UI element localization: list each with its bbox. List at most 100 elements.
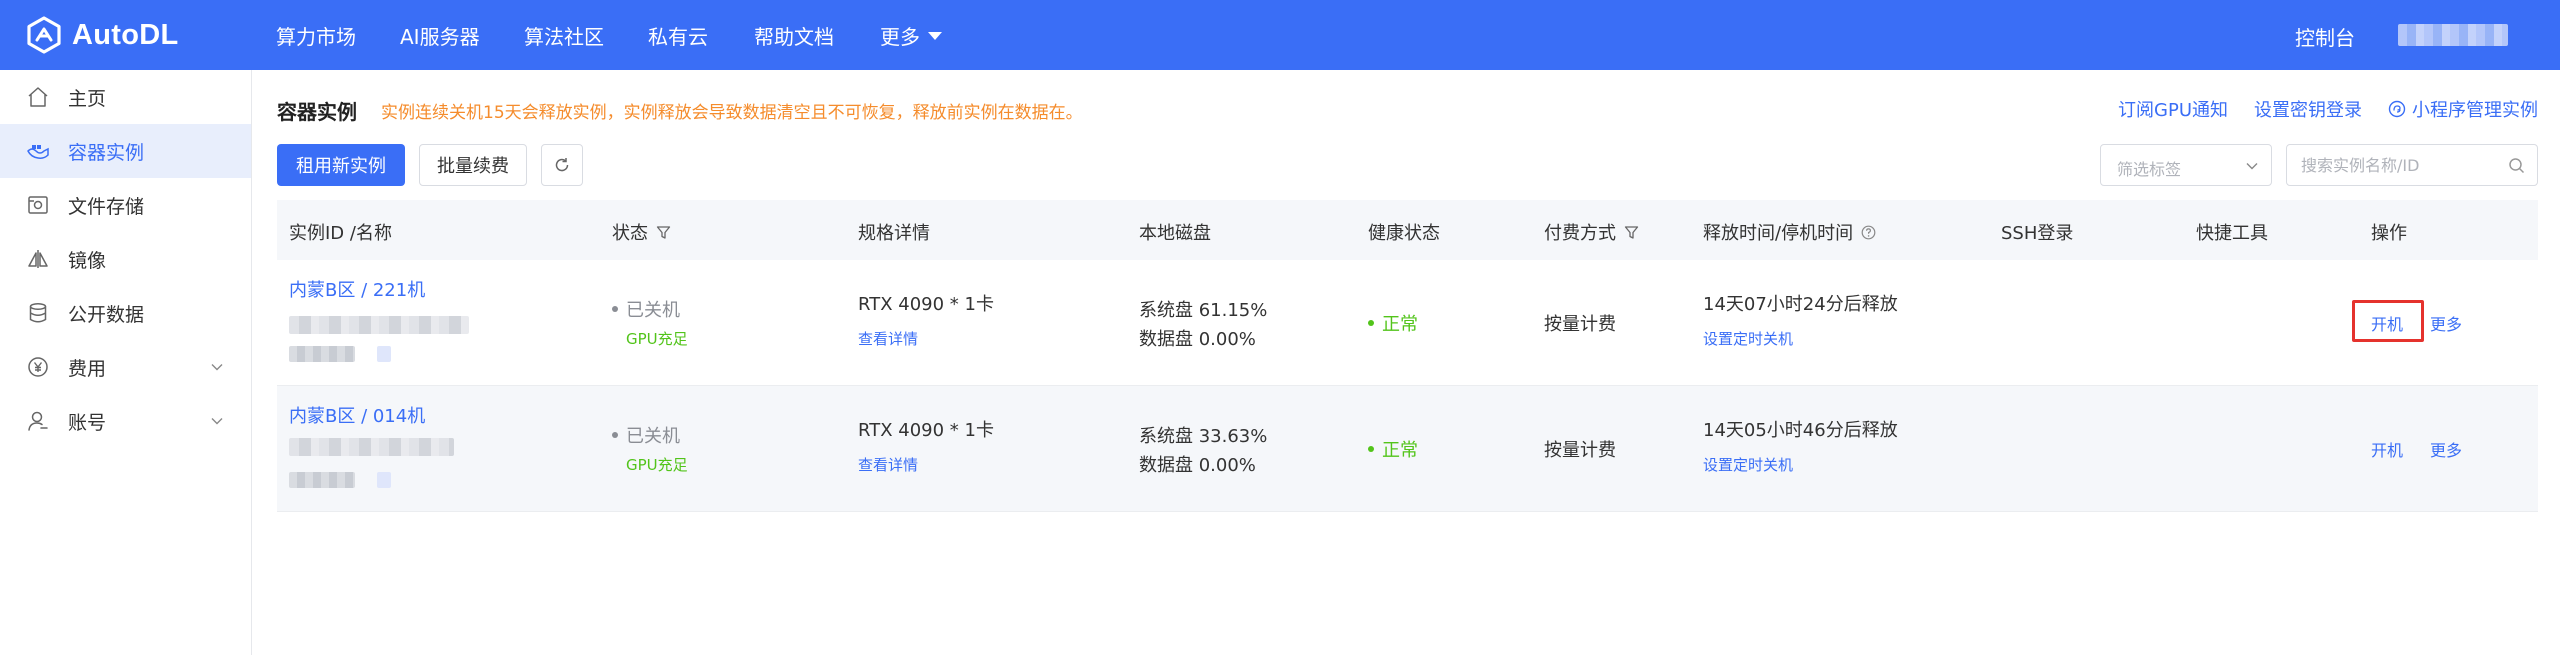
status-dot — [612, 306, 618, 312]
rent-new-instance-button[interactable]: 租用新实例 — [277, 144, 405, 186]
image-icon — [26, 247, 50, 271]
schedule-shutdown-link[interactable]: 设置定时关机 — [1703, 454, 1793, 475]
data-disk-usage: 数据盘 0.00% — [1139, 455, 1256, 476]
sidebar-item-billing[interactable]: 费用 — [0, 340, 251, 394]
instance-id-blurred — [289, 438, 454, 456]
ssh-key-login-link[interactable]: 设置密钥登录 — [2254, 96, 2362, 122]
miniprogram-link[interactable]: 小程序管理实例 — [2388, 96, 2538, 122]
billing-method: 按量计费 — [1544, 440, 1616, 461]
refresh-icon — [555, 158, 569, 172]
console-link[interactable]: 控制台 — [2295, 22, 2355, 51]
health-dot — [1368, 320, 1374, 326]
container-icon — [26, 139, 50, 163]
sidebar-item-home[interactable]: 主页 — [0, 70, 251, 124]
autodl-logo[interactable]: AutoDL — [24, 14, 179, 56]
release-time: 14天05小时46分后释放 — [1703, 420, 1898, 441]
instance-id-blurred — [289, 316, 469, 334]
instance-name-link[interactable]: 内蒙B区 / 221机 — [289, 276, 425, 302]
caret-down-icon — [928, 32, 942, 40]
tag-filter-placeholder: 筛选标签 — [2117, 160, 2182, 179]
health-status: 正常 — [1368, 310, 1418, 336]
miniprogram-link-label: 小程序管理实例 — [2412, 100, 2538, 121]
spec-summary: RTX 4090 * 1卡 — [858, 294, 994, 315]
sidebar-item-containers[interactable]: 容器实例 — [0, 124, 251, 178]
edit-name-blurred[interactable] — [377, 472, 391, 488]
top-links: 订阅GPU通知 设置密钥登录 小程序管理实例 — [2118, 96, 2538, 122]
sidebar-item-label: 费用 — [68, 357, 107, 380]
health-label: 正常 — [1382, 314, 1418, 335]
instance-name-link[interactable]: 内蒙B区 / 014机 — [289, 402, 425, 428]
chevron-down-icon — [211, 364, 223, 371]
col-header-status-label: 状态 — [612, 223, 648, 244]
col-header-status[interactable]: 状态 — [612, 219, 671, 245]
sidebar-item-label: 镜像 — [68, 249, 107, 272]
more-actions-button[interactable]: 更多 — [2430, 437, 2462, 461]
user-account-blurred[interactable] — [2398, 24, 2508, 46]
yen-icon — [26, 355, 50, 379]
logo-text: AutoDL — [72, 18, 179, 51]
top-navigation-bar: AutoDL 算力市场 AI服务器 算法社区 私有云 帮助文档 更多 控制台 — [0, 0, 2560, 70]
schedule-shutdown-link[interactable]: 设置定时关机 — [1703, 328, 1793, 349]
view-details-link[interactable]: 查看详情 — [858, 328, 918, 349]
sidebar-item-label: 公开数据 — [68, 303, 145, 326]
sidebar-item-images[interactable]: 镜像 — [0, 232, 251, 286]
power-on-button[interactable]: 开机 — [2371, 437, 2403, 461]
status-label: 已关机 — [626, 426, 680, 447]
home-icon — [26, 85, 50, 109]
sidebar-item-label: 主页 — [68, 87, 107, 110]
nav-ai-servers[interactable]: AI服务器 — [400, 21, 480, 50]
sidebar-item-label: 账号 — [68, 411, 107, 434]
refresh-button[interactable] — [541, 144, 583, 186]
col-header-ops: 操作 — [2371, 223, 2407, 244]
main-content: 容器实例 实例连续关机15天会释放实例，实例释放会导致数据清空且不可恢复，释放前… — [253, 70, 2560, 655]
status-dot — [612, 432, 618, 438]
tag-filter-select[interactable]: 筛选标签 — [2100, 144, 2272, 186]
nav-private-cloud[interactable]: 私有云 — [648, 21, 708, 50]
chevron-down-icon — [211, 418, 223, 425]
sidebar-item-public-data[interactable]: 公开数据 — [0, 286, 251, 340]
sidebar-item-account[interactable]: 账号 — [0, 394, 251, 448]
release-time: 14天07小时24分后释放 — [1703, 294, 1898, 315]
filter-icon[interactable] — [1624, 225, 1639, 240]
more-actions-button[interactable]: 更多 — [2430, 311, 2462, 335]
storage-icon — [26, 193, 50, 217]
help-icon[interactable] — [1861, 225, 1876, 240]
col-header-billing-label: 付费方式 — [1544, 223, 1616, 244]
search-icon[interactable] — [2508, 157, 2525, 174]
nav-more-label: 更多 — [880, 24, 920, 49]
instance-search — [2286, 144, 2538, 186]
status-stopped: 已关机 — [612, 422, 680, 448]
instance-alias-blurred — [289, 346, 355, 362]
gpu-availability: GPU充足 — [626, 330, 688, 348]
nav-more-menu[interactable]: 更多 — [880, 21, 942, 50]
col-header-tools: 快捷工具 — [2196, 223, 2268, 244]
sidebar-item-file-storage[interactable]: 文件存储 — [0, 178, 251, 232]
col-header-billing[interactable]: 付费方式 — [1544, 219, 1639, 245]
instance-table: 实例ID /名称 状态 规格详情 本地磁盘 健康状态 付费方式 释放时间/停机时… — [277, 200, 2538, 512]
instance-search-input[interactable] — [2301, 153, 2501, 177]
data-disk-usage: 数据盘 0.00% — [1139, 329, 1256, 350]
sidebar-item-label: 容器实例 — [68, 141, 145, 164]
release-warning-text: 实例连续关机15天会释放实例，实例释放会导致数据清空且不可恢复，释放前实例在数据… — [381, 103, 1083, 123]
nav-help-docs[interactable]: 帮助文档 — [754, 21, 834, 50]
batch-renew-button[interactable]: 批量续费 — [419, 144, 527, 186]
col-header-spec: 规格详情 — [858, 223, 930, 244]
autodl-logo-icon — [27, 16, 61, 54]
database-icon — [26, 301, 50, 325]
power-on-button[interactable]: 开机 — [2371, 311, 2403, 335]
status-label: 已关机 — [626, 300, 680, 321]
col-header-ssh: SSH登录 — [2001, 223, 2074, 244]
nav-algorithm-community[interactable]: 算法社区 — [524, 21, 604, 50]
view-details-link[interactable]: 查看详情 — [858, 454, 918, 475]
miniprogram-icon — [2388, 100, 2406, 118]
nav-compute-market[interactable]: 算力市场 — [276, 21, 356, 50]
subscribe-gpu-notify-link[interactable]: 订阅GPU通知 — [2118, 96, 2228, 122]
system-disk-usage: 系统盘 33.63% — [1139, 426, 1268, 447]
table-header: 实例ID /名称 状态 规格详情 本地磁盘 健康状态 付费方式 释放时间/停机时… — [277, 200, 2538, 260]
filter-icon[interactable] — [656, 225, 671, 240]
table-row: 内蒙B区 / 014机 已关机 GPU充足 RTX 4090 * 1卡 查看详情… — [277, 386, 2538, 512]
sidebar: 主页 容器实例 文件存储 镜像 公开数据 费用 账号 — [0, 70, 252, 655]
billing-method: 按量计费 — [1544, 314, 1616, 335]
col-header-health: 健康状态 — [1368, 223, 1440, 244]
edit-name-blurred[interactable] — [377, 346, 391, 362]
